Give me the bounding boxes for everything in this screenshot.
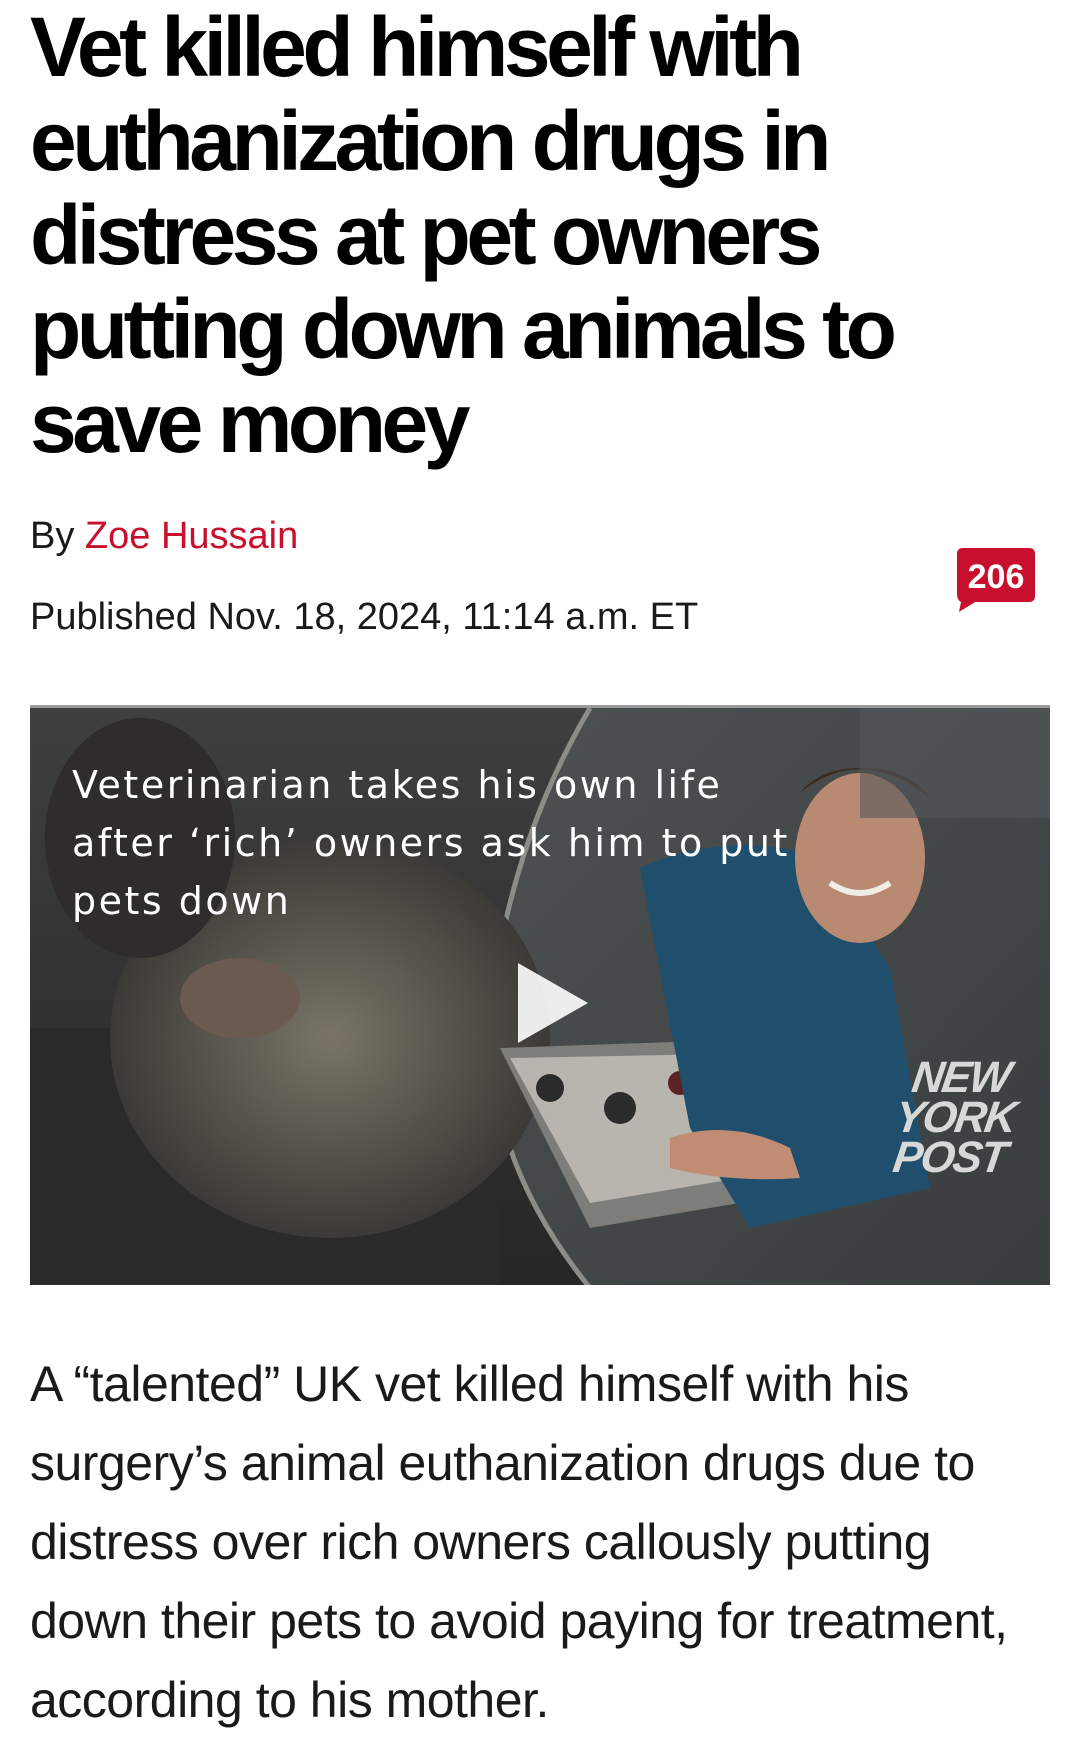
new-york-post-watermark: NEW YORK POST — [867, 1053, 1044, 1182]
published-date: Published Nov. 18, 2024, 11:14 a.m. ET — [30, 596, 699, 638]
play-icon — [518, 963, 588, 1043]
byline: By Zoe Hussain — [30, 512, 298, 560]
headline: Vet killed himself with euthanization dr… — [30, 0, 897, 470]
comment-count-button[interactable]: 206 — [957, 548, 1035, 612]
watermark-line: YORK — [892, 1093, 1019, 1142]
byline-prefix: By — [30, 515, 85, 557]
author-link[interactable]: Zoe Hussain — [85, 515, 298, 557]
video-title: Veterinarian takes his own life after ‘r… — [72, 763, 790, 923]
watermark-line: NEW — [908, 1053, 1013, 1102]
watermark-line: POST — [890, 1133, 1009, 1182]
article-body: A “talented” UK vet killed himself with … — [30, 1356, 1008, 1728]
comment-count: 206 — [967, 558, 1025, 596]
play-button[interactable] — [500, 953, 600, 1053]
video-player[interactable]: Veterinarian takes his own life after ‘r… — [30, 705, 1050, 1285]
